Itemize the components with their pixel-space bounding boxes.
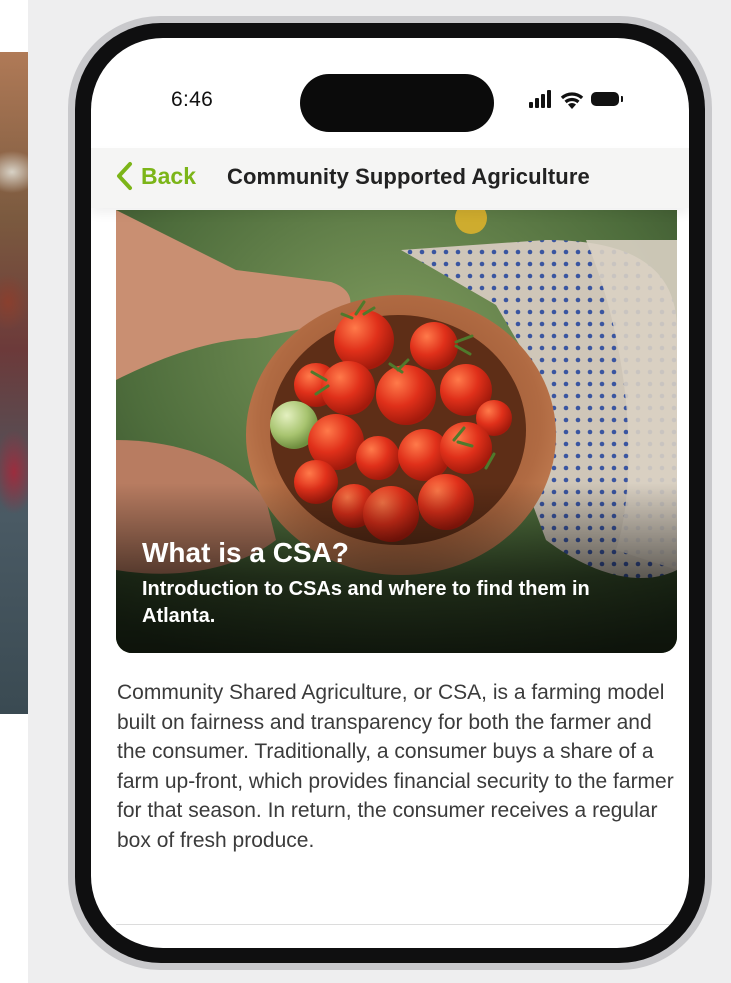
back-button[interactable]: Back [115, 159, 196, 193]
status-icons [529, 88, 649, 112]
battery-icon [591, 92, 623, 106]
article-paragraph: Community Shared Agriculture, or CSA, is… [117, 681, 674, 852]
app-screen: 6:46 Back Community Supported Agricultur… [91, 38, 689, 948]
hero-card[interactable]: What is a CSA? Introduction to CSAs and … [116, 210, 677, 653]
phone-bezel: 6:46 Back Community Supported Agricultur… [75, 23, 705, 963]
navigation-bar: Back Community Supported Agriculture [91, 148, 689, 208]
hero-title: What is a CSA? [142, 537, 349, 568]
section-divider [116, 924, 677, 925]
dynamic-island [300, 74, 494, 132]
page-title: Community Supported Agriculture [227, 164, 590, 189]
status-bar: 6:46 [91, 38, 689, 132]
background-photo-fragment [0, 52, 28, 714]
wifi-icon [560, 92, 584, 109]
phone-frame: 6:46 Back Community Supported Agricultur… [68, 16, 712, 970]
cellular-signal-icon [529, 90, 553, 108]
back-label: Back [141, 162, 196, 189]
hero-subtitle: Introduction to CSAs and where to find t… [142, 578, 590, 627]
chevron-left-icon [117, 162, 132, 190]
status-time: 6:46 [171, 88, 214, 111]
